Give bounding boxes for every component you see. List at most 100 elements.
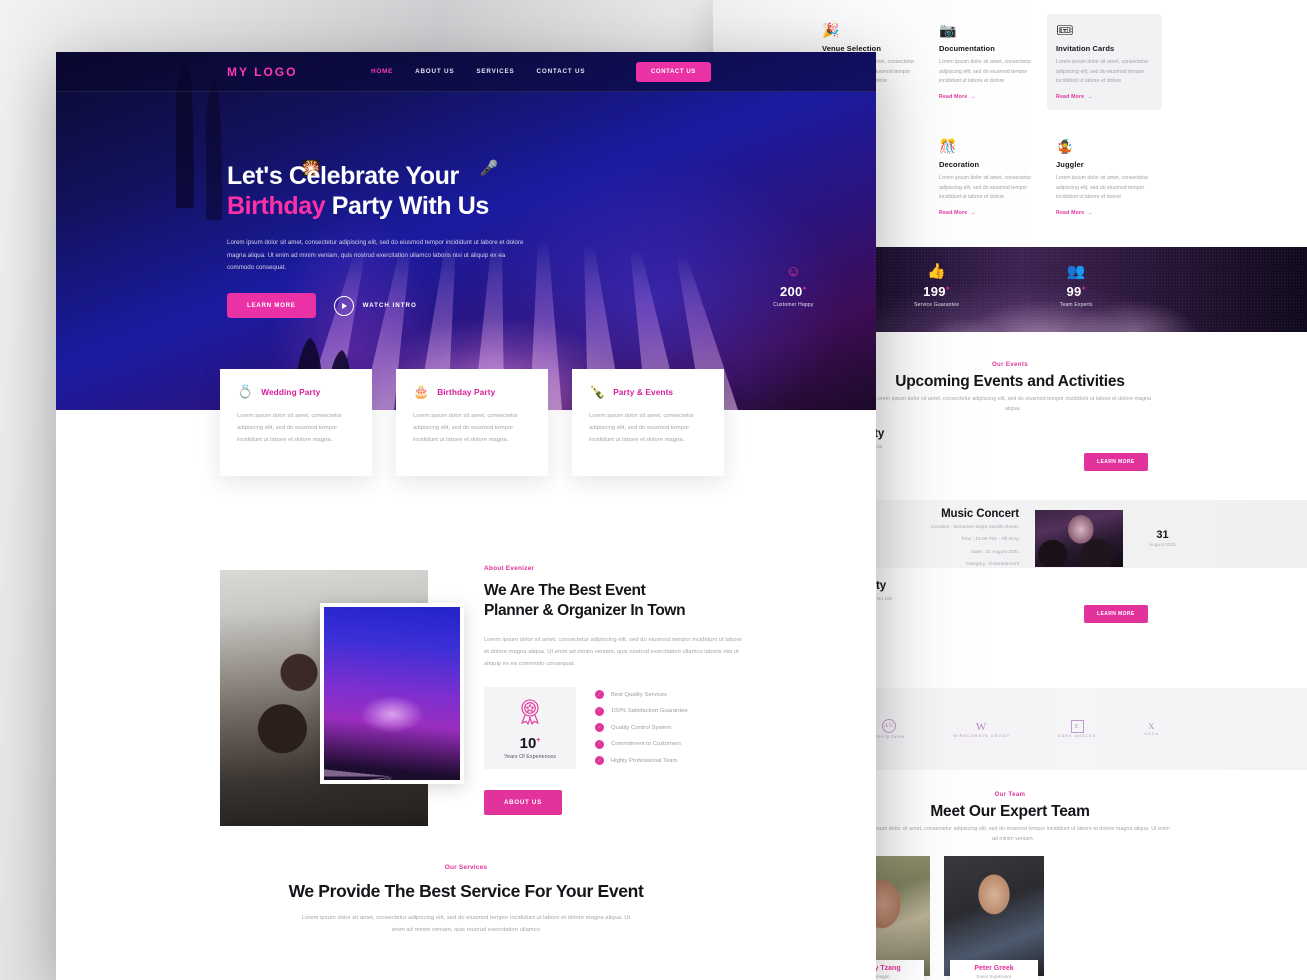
camera-icon: 📷 <box>939 22 957 38</box>
smiley-face-icon: ☺ <box>785 263 802 280</box>
team-member-card[interactable]: Peter Greek Event Supervisor <box>944 856 1044 980</box>
service-card-desc: Lorem ipsum dolor sit amet, consectetur … <box>939 174 1032 201</box>
contact-us-button[interactable]: CONTACT US <box>636 61 711 82</box>
partner-logo-xoca: X XOCA <box>1144 722 1160 736</box>
stats-row: ☺ 200+ Customer Happy 👍 199+ Service Gua… <box>723 263 1143 308</box>
learn-more-button[interactable]: LEARN MORE <box>227 293 316 319</box>
services-subtitle: Lorem ipsum dolor sit amet, consectetur … <box>301 915 631 933</box>
about-mid-row: 10+ Years Of Experiences ✓ Best Quality S… <box>484 687 742 773</box>
checklist-item: ✓ 100% Satisfaction Guarantee <box>595 706 688 716</box>
feature-card-party-events[interactable]: 🍾 Party & Events Lorem ipsum dolor sit a… <box>572 369 724 476</box>
services-title: We Provide The Best Service For Your Eve… <box>288 881 644 901</box>
site-logo[interactable]: MY LOGO <box>227 65 297 79</box>
foreground-page-mockup: MY LOGO HOME ABOUT US SERVICES CONTACT U… <box>56 52 876 980</box>
about-title-line1: We Are The Best Event <box>484 582 646 599</box>
arrow-right-icon: → <box>970 93 976 100</box>
about-us-button[interactable]: ABOUT US <box>484 789 562 815</box>
arrow-right-icon: → <box>1087 209 1093 216</box>
experience-number: 10+ <box>519 734 541 752</box>
team-member-name: Peter Greek <box>974 965 1014 972</box>
event-learn-more-button[interactable]: LEARN MORE <box>1084 605 1148 623</box>
team-member-plate: Peter Greek Event Supervisor <box>950 960 1038 980</box>
nav-links: HOME ABOUT US SERVICES CONTACT US <box>371 68 585 75</box>
check-icon: ✓ <box>595 756 604 766</box>
hero-actions: LEARN MORE WATCH INTRO <box>227 293 647 319</box>
feature-card-title: Birthday Party <box>437 387 496 397</box>
feature-cards-row: 💍 Wedding Party Lorem ipsum dolor sit am… <box>220 369 724 476</box>
check-icon: ✓ <box>595 706 604 716</box>
watch-intro-label: WATCH INTRO <box>362 302 417 310</box>
feature-card-wedding-party[interactable]: 💍 Wedding Party Lorem ipsum dolor sit am… <box>220 369 372 476</box>
read-more-link[interactable]: Read More→ <box>1056 210 1153 216</box>
feature-card-desc: Lorem ipsum dolor sit amet, consectetur … <box>237 413 342 444</box>
hero-heading-rest: Party With Us <box>325 191 490 220</box>
service-card-desc: Lorem ipsum dolor sit amet, consectetur … <box>939 59 1032 85</box>
experience-badge: 10+ Years Of Experiences <box>484 687 576 770</box>
checklist-item: ✓ Best Quality Services <box>595 690 688 700</box>
stat-label: Service Guarantee <box>914 302 960 308</box>
nav-item-about-us[interactable]: ABOUT US <box>415 68 454 75</box>
feature-card-birthday-party[interactable]: 🎂 Birthday Party Lorem ipsum dolor sit a… <box>396 369 548 476</box>
event-month: August 2021 <box>1149 543 1176 549</box>
checklist-item: ✓ Highly Professional Team <box>595 756 688 766</box>
top-navigation-bar: MY LOGO HOME ABOUT US SERVICES CONTACT U… <box>56 52 876 92</box>
event-learn-more-button[interactable]: LEARN MORE <box>1084 453 1148 471</box>
about-text: About Evenizer We Are The Best Event Pla… <box>484 565 742 815</box>
play-icon[interactable] <box>333 295 354 316</box>
check-icon: ✓ <box>595 723 604 733</box>
read-more-link[interactable]: Read More→ <box>1056 94 1153 100</box>
team-subtitle: Lorem ipsum dolor sit amet, consectetur … <box>856 826 1170 843</box>
party-popper-icon: 🎉 <box>822 22 840 38</box>
champagne-icon: 🍾 <box>589 384 606 399</box>
read-more-link[interactable]: Read More→ <box>939 94 1036 100</box>
about-paragraph: Lorem ipsum dolor sit amet, consectetur … <box>484 636 742 667</box>
service-card-title: Juggler <box>1056 159 1084 169</box>
partner-logo-earsangles: E EARS ANGLES <box>1058 720 1096 738</box>
team-member-role: Event Supervisor <box>976 974 1012 979</box>
event-date-badge: 31 August 2021 <box>1149 529 1176 548</box>
about-kicker: About Evenizer <box>484 565 535 572</box>
ticket-icon: 🎟 <box>1056 22 1074 38</box>
about-images <box>220 570 464 826</box>
experience-label: Years Of Experiences <box>504 753 556 760</box>
stat-label: Customer Happy <box>773 302 814 308</box>
hero-heading-highlight: Birthday <box>227 191 326 220</box>
nav-item-home[interactable]: HOME <box>371 68 393 75</box>
feature-card-header: 🍾 Party & Events <box>589 385 707 399</box>
stat-team-experts: 👥 99+ Team Experts <box>1060 263 1093 308</box>
hero-paragraph: Lorem ipsum dolor sit amet, consectetur … <box>227 239 524 272</box>
feature-card-desc: Lorem ipsum dolor sit amet, consectetur … <box>413 413 518 444</box>
watch-intro-control[interactable]: WATCH INTRO <box>333 295 417 316</box>
service-card-invitation-cards[interactable]: 🎟 Invitation Cards Lorem ipsum dolor sit… <box>1047 14 1162 110</box>
about-checklist: ✓ Best Quality Services ✓ 100% Satisfactio… <box>595 687 688 773</box>
back-services-grid: 🎉 Venue Selection Lorem ipsum dolor sit … <box>813 14 1293 226</box>
events-subtitle: Lorem ipsum dolor sit amet, consectetur … <box>874 396 1152 413</box>
nav-item-services[interactable]: SERVICES <box>476 68 514 75</box>
event-day: 31 <box>1156 529 1169 542</box>
service-card-decoration[interactable]: 🎊 Decoration Lorem ipsum dolor sit amet,… <box>930 130 1045 226</box>
award-ribbon-icon <box>517 697 543 730</box>
hero-heading: Let's Celebrate Your Birthday Party With… <box>227 162 647 221</box>
checklist-item: ✓ Quality Control System <box>595 723 688 733</box>
people-group-icon: 👥 <box>1066 263 1086 280</box>
feature-card-title: Wedding Party <box>261 387 321 397</box>
service-card-title: Invitation Cards <box>1056 44 1115 53</box>
nav-item-contact-us[interactable]: CONTACT US <box>537 68 586 75</box>
service-card-juggler[interactable]: 🤹 Juggler Lorem ipsum dolor sit amet, co… <box>1047 130 1162 226</box>
check-icon: ✓ <box>595 739 604 749</box>
read-more-link[interactable]: Read More→ <box>939 210 1036 216</box>
hero-content: Let's Celebrate Your Birthday Party With… <box>227 162 647 319</box>
service-card-desc: Lorem ipsum dolor sit amet, consectetur … <box>1056 174 1149 201</box>
about-title: We Are The Best Event Planner & Organize… <box>484 581 742 622</box>
stat-customer-happy: ☺ 200+ Customer Happy <box>773 263 813 308</box>
checklist-item: ✓ Commitment to Customers <box>595 739 688 749</box>
services-section: Our Services We Provide The Best Service… <box>56 852 876 980</box>
services-kicker: Our Services <box>444 864 488 871</box>
partner-logo-wirecordin: W WIRECORDIN GROUP <box>953 720 1010 738</box>
service-card-documentation[interactable]: 📷 Documentation Lorem ipsum dolor sit am… <box>930 14 1045 110</box>
birthday-cake-icon: 🎂 <box>413 384 430 399</box>
feature-card-header: 🎂 Birthday Party <box>413 385 531 399</box>
about-section: About Evenizer We Are The Best Event Pla… <box>56 492 876 826</box>
check-icon: ✓ <box>595 690 604 700</box>
hero-section: MY LOGO HOME ABOUT US SERVICES CONTACT U… <box>56 52 876 410</box>
